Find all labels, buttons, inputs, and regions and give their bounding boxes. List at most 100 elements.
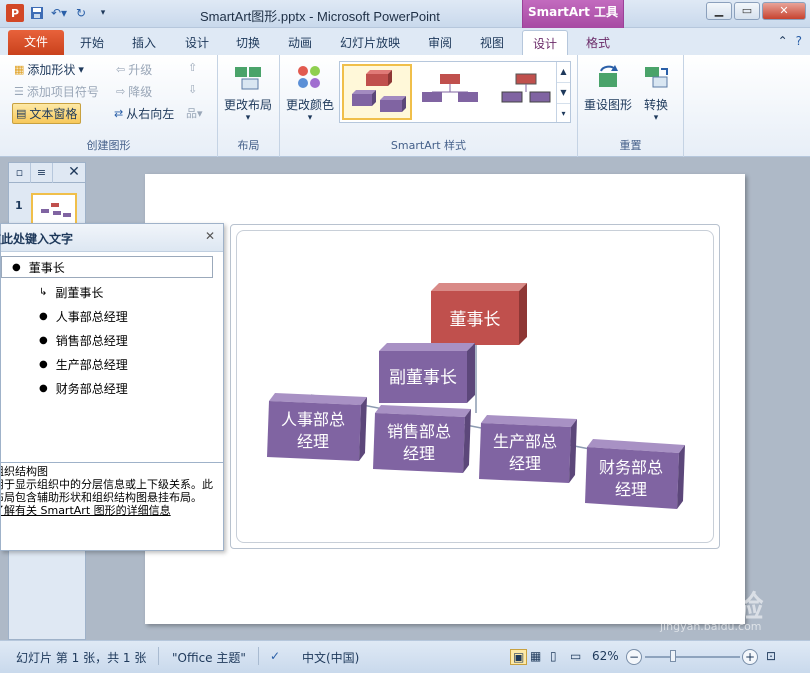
slide-sorter-icon[interactable]: ▦ xyxy=(530,649,541,663)
change-colors-button[interactable]: 更改颜色 ▾ xyxy=(286,61,334,123)
title-bar: P ↶▾ ↻ ▾ SmartArt图形.pptx - Microsoft Pow… xyxy=(0,0,810,28)
chairman-label: 董事长 xyxy=(450,310,501,330)
status-bar: 幻灯片 第 1 张，共 1 张 "Office 主题" ✓ 中文(中国) ▣ ▦… xyxy=(0,640,810,673)
org-layout-icon: 品▾ xyxy=(186,107,203,120)
change-layout-icon xyxy=(232,61,264,93)
tab-smartart-format[interactable]: 格式 xyxy=(586,34,610,51)
add-bullet-button[interactable]: ☰ 添加项目符号 xyxy=(14,83,99,100)
slide-canvas[interactable]: 董事长 副董事长 人事部总 经理 销售部总 经理 生产部总 经理 财务部总 经理 xyxy=(145,174,745,624)
help-icon[interactable]: ? xyxy=(796,34,802,48)
slides-tab-icon[interactable]: ▫ xyxy=(9,163,31,183)
close-window-button[interactable]: ✕ xyxy=(762,2,806,20)
theme-name[interactable]: "Office 主题" xyxy=(172,649,246,666)
text-pane-item[interactable]: ● 人事部总经理 xyxy=(39,308,128,325)
convert-button[interactable]: 转换 ▾ xyxy=(640,61,672,123)
tab-slideshow[interactable]: 幻灯片放映 xyxy=(340,34,400,51)
save-icon[interactable] xyxy=(28,4,46,22)
sales-manager-box[interactable]: 销售部总 经理 xyxy=(373,405,471,473)
tab-file[interactable]: 文件 xyxy=(8,30,64,55)
smartart-tools-context-title: SmartArt 工具 xyxy=(522,0,624,28)
gallery-scroll-down-icon[interactable]: ▼ xyxy=(557,83,570,104)
text-pane-button[interactable]: ▤ 文本窗格 xyxy=(12,103,82,124)
slides-pane-tabs: ▫ ≡ ✕ xyxy=(9,163,85,183)
text-pane-close-icon[interactable]: ✕ xyxy=(205,229,215,243)
group-reset: 重设图形 转换 ▾ 重置 xyxy=(578,55,684,157)
bullet-icon: ● xyxy=(39,359,48,370)
tab-view[interactable]: 视图 xyxy=(480,34,504,51)
add-bullet-icon: ☰ xyxy=(14,85,24,98)
minimize-ribbon-icon[interactable]: ⌃ xyxy=(778,34,788,48)
layout-description: 用于显示组织中的分层信息或上下级关系。此布局包含辅助形状和组织结构图悬挂布局。 xyxy=(1,478,213,504)
normal-view-icon[interactable]: ▣ xyxy=(510,649,528,665)
promote-button[interactable]: ⇦ 升级 xyxy=(116,61,152,78)
text-pane-list: ● 董事长 ↳ 副董事长 ● 人事部总经理 ● 销售部总经理 ● 生产部总经理 … xyxy=(1,254,215,459)
spell-check-icon[interactable]: ✓ xyxy=(270,649,280,663)
text-pane-item[interactable]: ● 财务部总经理 xyxy=(39,380,128,397)
hr-manager-box[interactable]: 人事部总 经理 xyxy=(267,393,367,461)
vice-chairman-box[interactable]: 副董事长 xyxy=(379,343,475,403)
zoom-out-icon[interactable]: − xyxy=(626,649,642,665)
quick-access-toolbar: P ↶▾ ↻ ▾ xyxy=(6,4,112,22)
production-manager-box[interactable]: 生产部总 经理 xyxy=(479,415,577,483)
reset-graphic-button[interactable]: 重设图形 xyxy=(584,61,632,113)
move-down-button[interactable]: ⇩ xyxy=(188,83,197,96)
watermark-url: jingyan.baidu.com xyxy=(660,620,762,633)
bullet-icon: ● xyxy=(12,261,21,273)
gallery-scrollbar[interactable]: ▲ ▼ ▾ xyxy=(556,62,570,122)
tab-review[interactable]: 审阅 xyxy=(428,34,452,51)
fit-to-window-icon[interactable]: ⊡ xyxy=(766,649,776,663)
slide-counter: 幻灯片 第 1 张，共 1 张 xyxy=(16,651,147,665)
smartart-frame[interactable]: 董事长 副董事长 人事部总 经理 销售部总 经理 生产部总 经理 财务部总 经理 xyxy=(230,224,720,549)
demote-button[interactable]: ⇨ 降级 xyxy=(116,83,152,100)
zoom-slider-handle[interactable] xyxy=(670,650,676,662)
add-shape-button[interactable]: ▦ 添加形状 ▾ xyxy=(14,61,84,78)
redo-icon[interactable]: ↻ xyxy=(72,4,90,22)
gallery-more-icon[interactable]: ▾ xyxy=(557,104,570,124)
style-option-flat[interactable] xyxy=(416,64,486,120)
right-to-left-button[interactable]: ⇄ 从右向左 xyxy=(114,105,174,122)
maximize-button[interactable]: ▭ xyxy=(734,2,760,20)
text-pane-header: 在此处键入文字 ✕ xyxy=(0,224,223,252)
text-pane-item[interactable]: ● 董事长 xyxy=(1,256,213,278)
change-layout-button[interactable]: 更改布局 ▾ xyxy=(224,61,272,123)
group-label-smartart-styles: SmartArt 样式 xyxy=(390,139,467,152)
zoom-level[interactable]: 62% xyxy=(592,649,619,663)
outline-tab-icon[interactable]: ≡ xyxy=(31,163,53,183)
hr-manager-label-line1: 人事部总 xyxy=(281,410,345,429)
text-pane-item[interactable]: ● 销售部总经理 xyxy=(39,332,128,349)
tab-design[interactable]: 设计 xyxy=(185,34,209,51)
powerpoint-logo-icon[interactable]: P xyxy=(6,4,24,22)
bullet-icon: ● xyxy=(39,335,48,346)
close-pane-icon[interactable]: ✕ xyxy=(63,163,85,183)
text-pane-item[interactable]: ↳ 副董事长 xyxy=(39,284,103,301)
reset-graphic-icon xyxy=(592,61,624,93)
promote-arrow-icon: ⇦ xyxy=(116,63,126,76)
tab-smartart-design[interactable]: 设计 xyxy=(522,30,569,55)
language-indicator[interactable]: 中文(中国) xyxy=(302,649,359,666)
customize-qat-icon[interactable]: ▾ xyxy=(94,4,112,22)
text-pane-item[interactable]: ● 生产部总经理 xyxy=(39,356,128,373)
tab-home[interactable]: 开始 xyxy=(80,34,104,51)
minimize-button[interactable]: ▁ xyxy=(706,2,732,20)
zoom-slider[interactable] xyxy=(645,656,740,658)
group-label-create-graphic: 创建图形 xyxy=(86,139,131,152)
zoom-in-icon[interactable]: + xyxy=(742,649,758,665)
tab-transitions[interactable]: 切换 xyxy=(236,34,260,51)
tab-animations[interactable]: 动画 xyxy=(288,34,312,51)
finance-manager-box[interactable]: 财务部总 经理 xyxy=(585,439,685,509)
assistant-arrow-icon: ↳ xyxy=(39,287,48,298)
reading-view-icon[interactable]: ▯ xyxy=(550,649,557,663)
swap-direction-icon: ⇄ xyxy=(114,107,124,120)
color-palette-icon xyxy=(294,61,326,93)
tab-insert[interactable]: 插入 xyxy=(132,34,156,51)
gallery-scroll-up-icon[interactable]: ▲ xyxy=(557,62,570,83)
style-option-3d[interactable] xyxy=(342,64,412,120)
chairman-box[interactable]: 董事长 xyxy=(431,283,527,345)
layout-options-button[interactable]: 品▾ xyxy=(186,105,203,121)
learn-more-link[interactable]: 了解有关 SmartArt 图形的详细信息 xyxy=(1,504,221,517)
slideshow-view-icon[interactable]: ▭ xyxy=(570,649,581,663)
style-option-shadow[interactable] xyxy=(490,64,560,120)
move-up-button[interactable]: ⇧ xyxy=(188,61,197,74)
convert-icon xyxy=(640,61,672,93)
undo-icon[interactable]: ↶▾ xyxy=(50,4,68,22)
